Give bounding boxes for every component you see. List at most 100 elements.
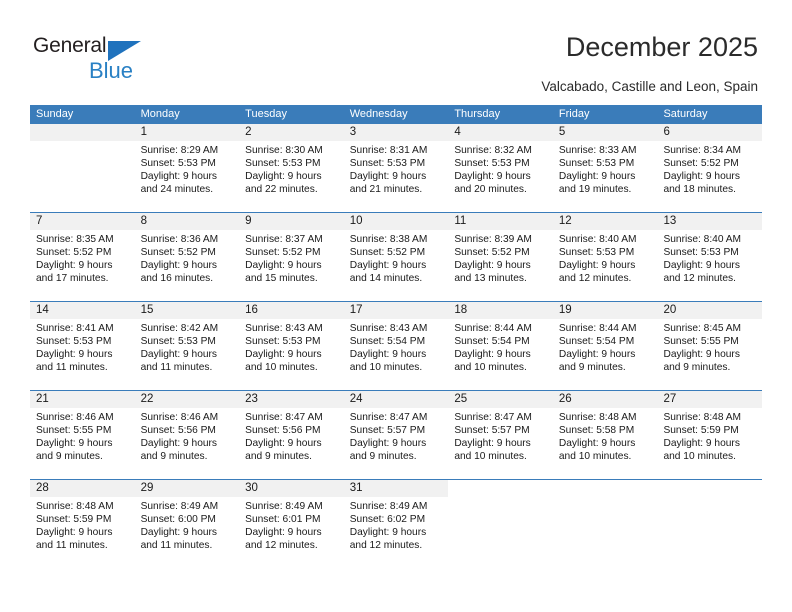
day-info-line: Sunrise: 8:39 AM <box>454 234 532 245</box>
day-cell-18[interactable]: 18 Sunrise: 8:44 AM Sunset: 5:54 PM Dayligh… <box>448 302 553 381</box>
day-sun-info: Sunrise: 8:48 AM Sunset: 5:59 PM Daylight:… <box>657 408 762 463</box>
day-info-line: Sunrise: 8:49 AM <box>140 501 219 512</box>
day-info-line: Sunrise: 8:45 AM <box>663 323 742 334</box>
day-cell-13[interactable]: 13 Sunrise: 8:40 AM Sunset: 5:53 PM Dayligh… <box>657 213 763 292</box>
day-cell-8[interactable]: 8 Sunrise: 8:36 AM Sunset: 5:52 PM Daylight… <box>134 213 240 292</box>
day-info-line: Sunrise: 8:49 AM <box>349 501 428 512</box>
day-sun-info: Sunrise: 8:48 AM Sunset: 5:58 PM Daylight:… <box>553 408 658 463</box>
day-info-line: and 9 minutes. <box>349 451 417 463</box>
day-cell-1[interactable]: 1 Sunrise: 8:29 AM Sunset: 5:53 PM Daylight… <box>134 124 240 203</box>
day-info-line: Sunrise: 8:41 AM <box>36 323 114 334</box>
day-info-line: Sunset: 5:59 PM <box>36 514 112 526</box>
day-info-line: Sunrise: 8:48 AM <box>558 412 637 423</box>
day-cell-22[interactable]: 22 Sunrise: 8:46 AM Sunset: 5:56 PM Dayligh… <box>134 391 240 470</box>
day-cell-7[interactable]: 7 Sunrise: 8:35 AM Sunset: 5:52 PM Daylight… <box>30 213 135 292</box>
day-cell-4[interactable]: 4 Sunrise: 8:32 AM Sunset: 5:53 PM Daylight… <box>448 124 553 203</box>
day-info-line: Sunset: 5:52 PM <box>36 247 112 259</box>
day-cell-16[interactable]: 16 Sunrise: 8:43 AM Sunset: 5:53 PM Dayligh… <box>239 302 344 381</box>
day-cell-6[interactable]: 6 Sunrise: 8:34 AM Sunset: 5:52 PM Daylight… <box>657 124 763 203</box>
day-info-line: Sunrise: 8:43 AM <box>349 323 428 334</box>
day-cell-28[interactable]: 28 Sunrise: 8:48 AM Sunset: 5:59 PM Dayligh… <box>30 480 135 559</box>
day-cell-29[interactable]: 29 Sunrise: 8:49 AM Sunset: 6:00 PM Dayligh… <box>134 480 240 559</box>
day-cell-20[interactable]: 20 Sunrise: 8:45 AM Sunset: 5:55 PM Dayligh… <box>657 302 763 381</box>
day-cell-23[interactable]: 23 Sunrise: 8:47 AM Sunset: 5:56 PM Dayligh… <box>239 391 344 470</box>
day-info-line: Daylight: 9 hours <box>349 527 427 539</box>
day-sun-info: Sunrise: 8:43 AM Sunset: 5:54 PM Daylight:… <box>344 319 449 374</box>
day-cell-21[interactable]: 21 Sunrise: 8:46 AM Sunset: 5:55 PM Dayligh… <box>30 391 135 470</box>
day-info-line: Daylight: 9 hours <box>663 349 740 361</box>
day-info-line: Sunrise: 8:40 AM <box>663 234 742 245</box>
day-sun-info: Sunrise: 8:47 AM Sunset: 5:56 PM Daylight:… <box>239 408 344 463</box>
day-info-line: Daylight: 9 hours <box>663 171 740 183</box>
day-info-line: Sunrise: 8:33 AM <box>558 145 637 156</box>
day-number: 18 <box>448 302 553 319</box>
day-cell-11[interactable]: 11 Sunrise: 8:39 AM Sunset: 5:52 PM Dayligh… <box>448 213 553 292</box>
day-info-line: Sunset: 5:53 PM <box>663 247 739 259</box>
day-number: 7 <box>30 213 135 230</box>
weekday-header-thursday: Thursday <box>454 108 501 120</box>
day-info-line: Daylight: 9 hours <box>349 349 427 361</box>
day-cell-2[interactable]: 2 Sunrise: 8:30 AM Sunset: 5:53 PM Daylight… <box>239 124 344 203</box>
day-info-line: Sunset: 5:52 PM <box>454 247 530 259</box>
day-info-line: Daylight: 9 hours <box>454 260 531 272</box>
day-info-line: Daylight: 9 hours <box>140 171 218 183</box>
day-info-line: Sunset: 5:53 PM <box>36 336 112 348</box>
day-info-line: and 10 minutes. <box>454 451 527 463</box>
day-info-line: Daylight: 9 hours <box>349 438 427 450</box>
day-cell-19[interactable]: 19 Sunrise: 8:44 AM Sunset: 5:54 PM Dayligh… <box>552 302 658 381</box>
day-info-line: and 13 minutes. <box>454 273 527 285</box>
day-number: 15 <box>134 302 240 319</box>
day-sun-info: Sunrise: 8:49 AM Sunset: 6:02 PM Daylight:… <box>344 497 449 552</box>
day-cell-15[interactable]: 15 Sunrise: 8:42 AM Sunset: 5:53 PM Dayligh… <box>134 302 240 381</box>
day-cell-27[interactable]: 27 Sunrise: 8:48 AM Sunset: 5:59 PM Dayligh… <box>657 391 763 470</box>
day-info-line: Daylight: 9 hours <box>558 349 636 361</box>
day-cell-9[interactable]: 9 Sunrise: 8:37 AM Sunset: 5:52 PM Daylight… <box>239 213 344 292</box>
day-info-line: and 17 minutes. <box>36 273 109 285</box>
weekday-header-row: Sunday Monday Tuesday Wednesday Thursday Frid… <box>30 105 762 124</box>
day-cell-empty <box>30 124 135 203</box>
day-info-line: and 10 minutes. <box>558 451 632 463</box>
day-info-line: and 12 minutes. <box>663 273 736 285</box>
generalblue-logo[interactable]: General Blue <box>33 34 173 86</box>
calendar-grid: Sunday Monday Tuesday Wednesday Thursday Frid… <box>30 105 763 559</box>
day-info-line: Daylight: 9 hours <box>245 438 322 450</box>
day-sun-info: Sunrise: 8:29 AM Sunset: 5:53 PM Daylight:… <box>135 141 240 196</box>
day-number: 6 <box>657 124 763 141</box>
weekday-header-wednesday: Wednesday <box>349 108 408 120</box>
day-cell-17[interactable]: 17 Sunrise: 8:43 AM Sunset: 5:54 PM Dayligh… <box>343 302 449 381</box>
day-number: 22 <box>134 391 240 408</box>
day-info-line: Sunset: 5:53 PM <box>140 158 216 170</box>
day-number: 30 <box>239 480 344 497</box>
weekday-header-friday: Friday <box>558 108 590 120</box>
day-cell-5[interactable]: 5 Sunrise: 8:33 AM Sunset: 5:53 PM Daylight… <box>552 124 658 203</box>
day-cell-24[interactable]: 24 Sunrise: 8:47 AM Sunset: 5:57 PM Dayligh… <box>343 391 449 470</box>
day-cell-14[interactable]: 14 Sunrise: 8:41 AM Sunset: 5:53 PM Dayligh… <box>30 302 135 381</box>
weekday-header-saturday: Saturday <box>663 108 708 120</box>
day-info-line: Sunrise: 8:47 AM <box>349 412 428 423</box>
day-cell-12[interactable]: 12 Sunrise: 8:40 AM Sunset: 5:53 PM Dayligh… <box>552 213 658 292</box>
calendar-week-row: 28 Sunrise: 8:48 AM Sunset: 5:59 PM Dayligh… <box>30 479 762 559</box>
day-info-line: Sunset: 5:58 PM <box>558 425 635 437</box>
day-cell-30[interactable]: 30 Sunrise: 8:49 AM Sunset: 6:01 PM Dayligh… <box>239 480 344 559</box>
day-info-line: Sunset: 5:54 PM <box>558 336 635 348</box>
day-sun-info <box>30 141 135 144</box>
day-number: 29 <box>134 480 240 497</box>
day-info-line: Daylight: 9 hours <box>36 527 113 539</box>
day-info-line: Sunset: 5:55 PM <box>663 336 739 348</box>
day-cell-10[interactable]: 10 Sunrise: 8:38 AM Sunset: 5:52 PM Dayligh… <box>343 213 449 292</box>
calendar-page: General Blue December 2025 Valcabado, Ca… <box>0 0 792 612</box>
week-cells: 21 Sunrise: 8:46 AM Sunset: 5:55 PM Dayligh… <box>30 391 763 470</box>
weekday-header-sunday: Sunday <box>36 108 74 120</box>
day-info-line: Sunrise: 8:37 AM <box>245 234 323 245</box>
day-number: 13 <box>657 213 763 230</box>
day-info-line: Sunset: 5:53 PM <box>558 158 635 170</box>
day-info-line: and 10 minutes. <box>663 451 736 463</box>
day-info-line: Sunset: 5:53 PM <box>245 336 321 348</box>
day-cell-26[interactable]: 26 Sunrise: 8:48 AM Sunset: 5:58 PM Dayligh… <box>552 391 658 470</box>
day-info-line: Sunset: 5:55 PM <box>36 425 112 437</box>
day-cell-31[interactable]: 31 Sunrise: 8:49 AM Sunset: 6:02 PM Dayligh… <box>343 480 449 559</box>
day-cell-3[interactable]: 3 Sunrise: 8:31 AM Sunset: 5:53 PM Daylight… <box>343 124 449 203</box>
day-info-line: Sunrise: 8:46 AM <box>36 412 114 423</box>
day-cell-25[interactable]: 25 Sunrise: 8:47 AM Sunset: 5:57 PM Dayligh… <box>448 391 553 470</box>
day-sun-info: Sunrise: 8:30 AM Sunset: 5:53 PM Daylight:… <box>239 141 344 196</box>
